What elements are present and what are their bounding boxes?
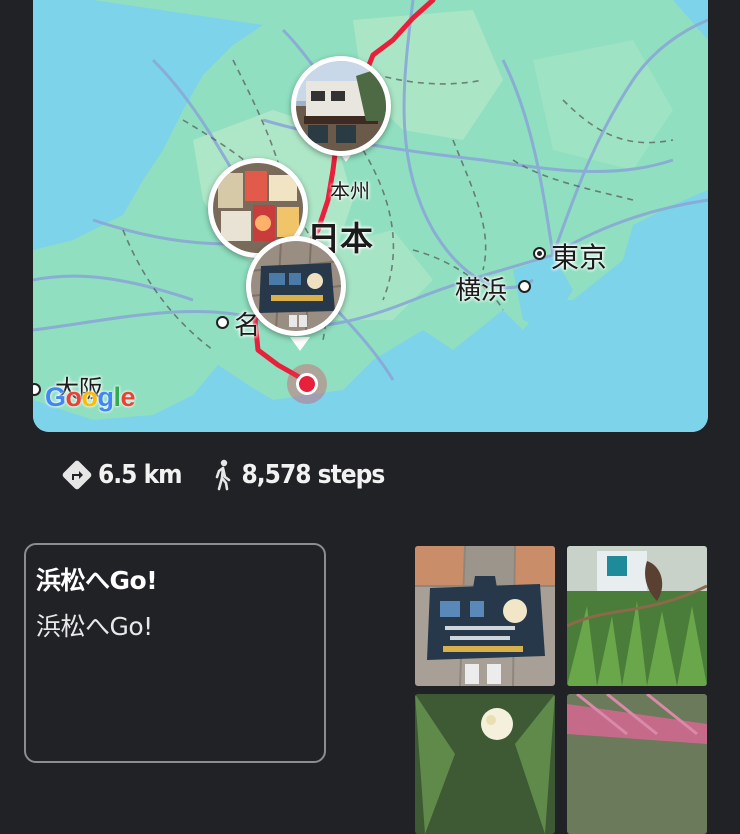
tokyo-dot — [533, 247, 546, 260]
map-label-yokohama: 横浜 — [455, 276, 508, 306]
station-photo — [296, 61, 386, 151]
nagoya-dot — [216, 316, 229, 329]
note-body: 浜松へGo! — [36, 612, 153, 641]
steps-value: 8,578 steps — [241, 460, 386, 490]
note-card[interactable]: 浜松へGo! 浜松へGo! — [24, 543, 326, 763]
route-map[interactable]: 本州 日本 東京 横浜 名 大阪 Google — [33, 0, 708, 432]
distance-stat: 6.5 km — [62, 460, 183, 490]
distance-value: 6.5 km — [98, 460, 183, 490]
route-end-marker[interactable] — [287, 364, 327, 404]
note-title: 浜松へGo! — [36, 566, 158, 595]
map-label-honshu: 本州 — [330, 179, 370, 203]
photo-pin-photospot[interactable] — [246, 236, 346, 336]
photo-thumb-photospot[interactable] — [415, 546, 555, 686]
photo-thumb-pink-flower[interactable] — [567, 694, 707, 834]
walking-icon — [215, 459, 230, 491]
photo-pin-station[interactable] — [291, 56, 391, 156]
photospot-photo — [251, 241, 341, 331]
directions-icon — [62, 460, 92, 490]
yokohama-dot — [518, 280, 531, 293]
activity-stats: 6.5 km 8,578 steps — [62, 455, 412, 495]
map-label-tokyo: 東京 — [551, 241, 608, 274]
google-logo: Google — [45, 382, 136, 412]
photo-thumb-plants[interactable] — [567, 546, 707, 686]
steps-stat: 8,578 steps — [210, 459, 385, 491]
photo-thumb-flower[interactable] — [415, 694, 555, 834]
pin-tail — [290, 337, 310, 351]
